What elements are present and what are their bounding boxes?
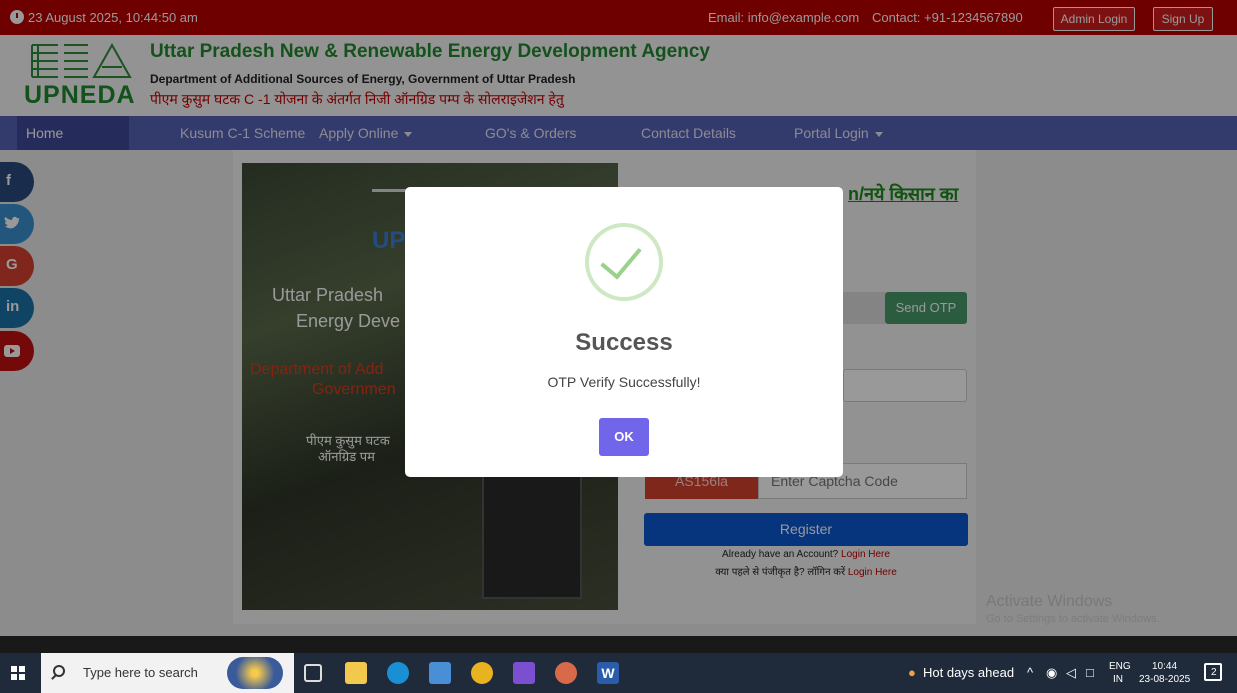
file-explorer-icon[interactable]	[345, 662, 367, 684]
checkmark-icon	[600, 236, 642, 280]
windows-start-icon[interactable]	[11, 666, 25, 680]
language-label[interactable]: ENG	[1109, 661, 1131, 672]
clock-time[interactable]: 10:44	[1152, 661, 1177, 672]
success-dialog: Success OTP Verify Successfully! OK	[405, 187, 843, 477]
store-icon[interactable]	[429, 662, 451, 684]
word-icon[interactable]: W	[597, 662, 619, 684]
chrome-browser-icon[interactable]	[471, 662, 493, 684]
search-highlight-image[interactable]	[227, 657, 283, 689]
windows-taskbar: Type here to search W ● Hot days ahead ^…	[0, 653, 1237, 693]
taskbar-search-box[interactable]: Type here to search	[41, 653, 294, 693]
task-view-icon[interactable]	[304, 664, 322, 682]
dialog-title: Success	[575, 329, 673, 356]
network-icon[interactable]: ◉	[1046, 665, 1057, 681]
ok-button[interactable]: OK	[599, 418, 649, 456]
edge-browser-icon[interactable]	[387, 662, 409, 684]
notification-icon[interactable]: 2	[1204, 663, 1222, 681]
tray-chevron-up-icon[interactable]: ^	[1027, 665, 1033, 680]
taskbar-search-placeholder: Type here to search	[83, 665, 198, 680]
search-icon	[53, 665, 65, 677]
weather-text[interactable]: Hot days ahead	[923, 665, 1014, 680]
clock-date[interactable]: 23-08-2025	[1139, 674, 1190, 685]
monitor-icon[interactable]: □	[1086, 665, 1094, 680]
chrome-profile-icon[interactable]	[555, 662, 577, 684]
visual-studio-icon[interactable]	[513, 662, 535, 684]
thermometer-icon: ●	[908, 665, 916, 680]
region-label[interactable]: IN	[1113, 674, 1123, 685]
dialog-message: OTP Verify Successfully!	[547, 374, 701, 390]
volume-icon[interactable]: ◁	[1066, 665, 1076, 681]
notification-count: 2	[1211, 667, 1217, 678]
success-check-icon	[585, 223, 663, 301]
